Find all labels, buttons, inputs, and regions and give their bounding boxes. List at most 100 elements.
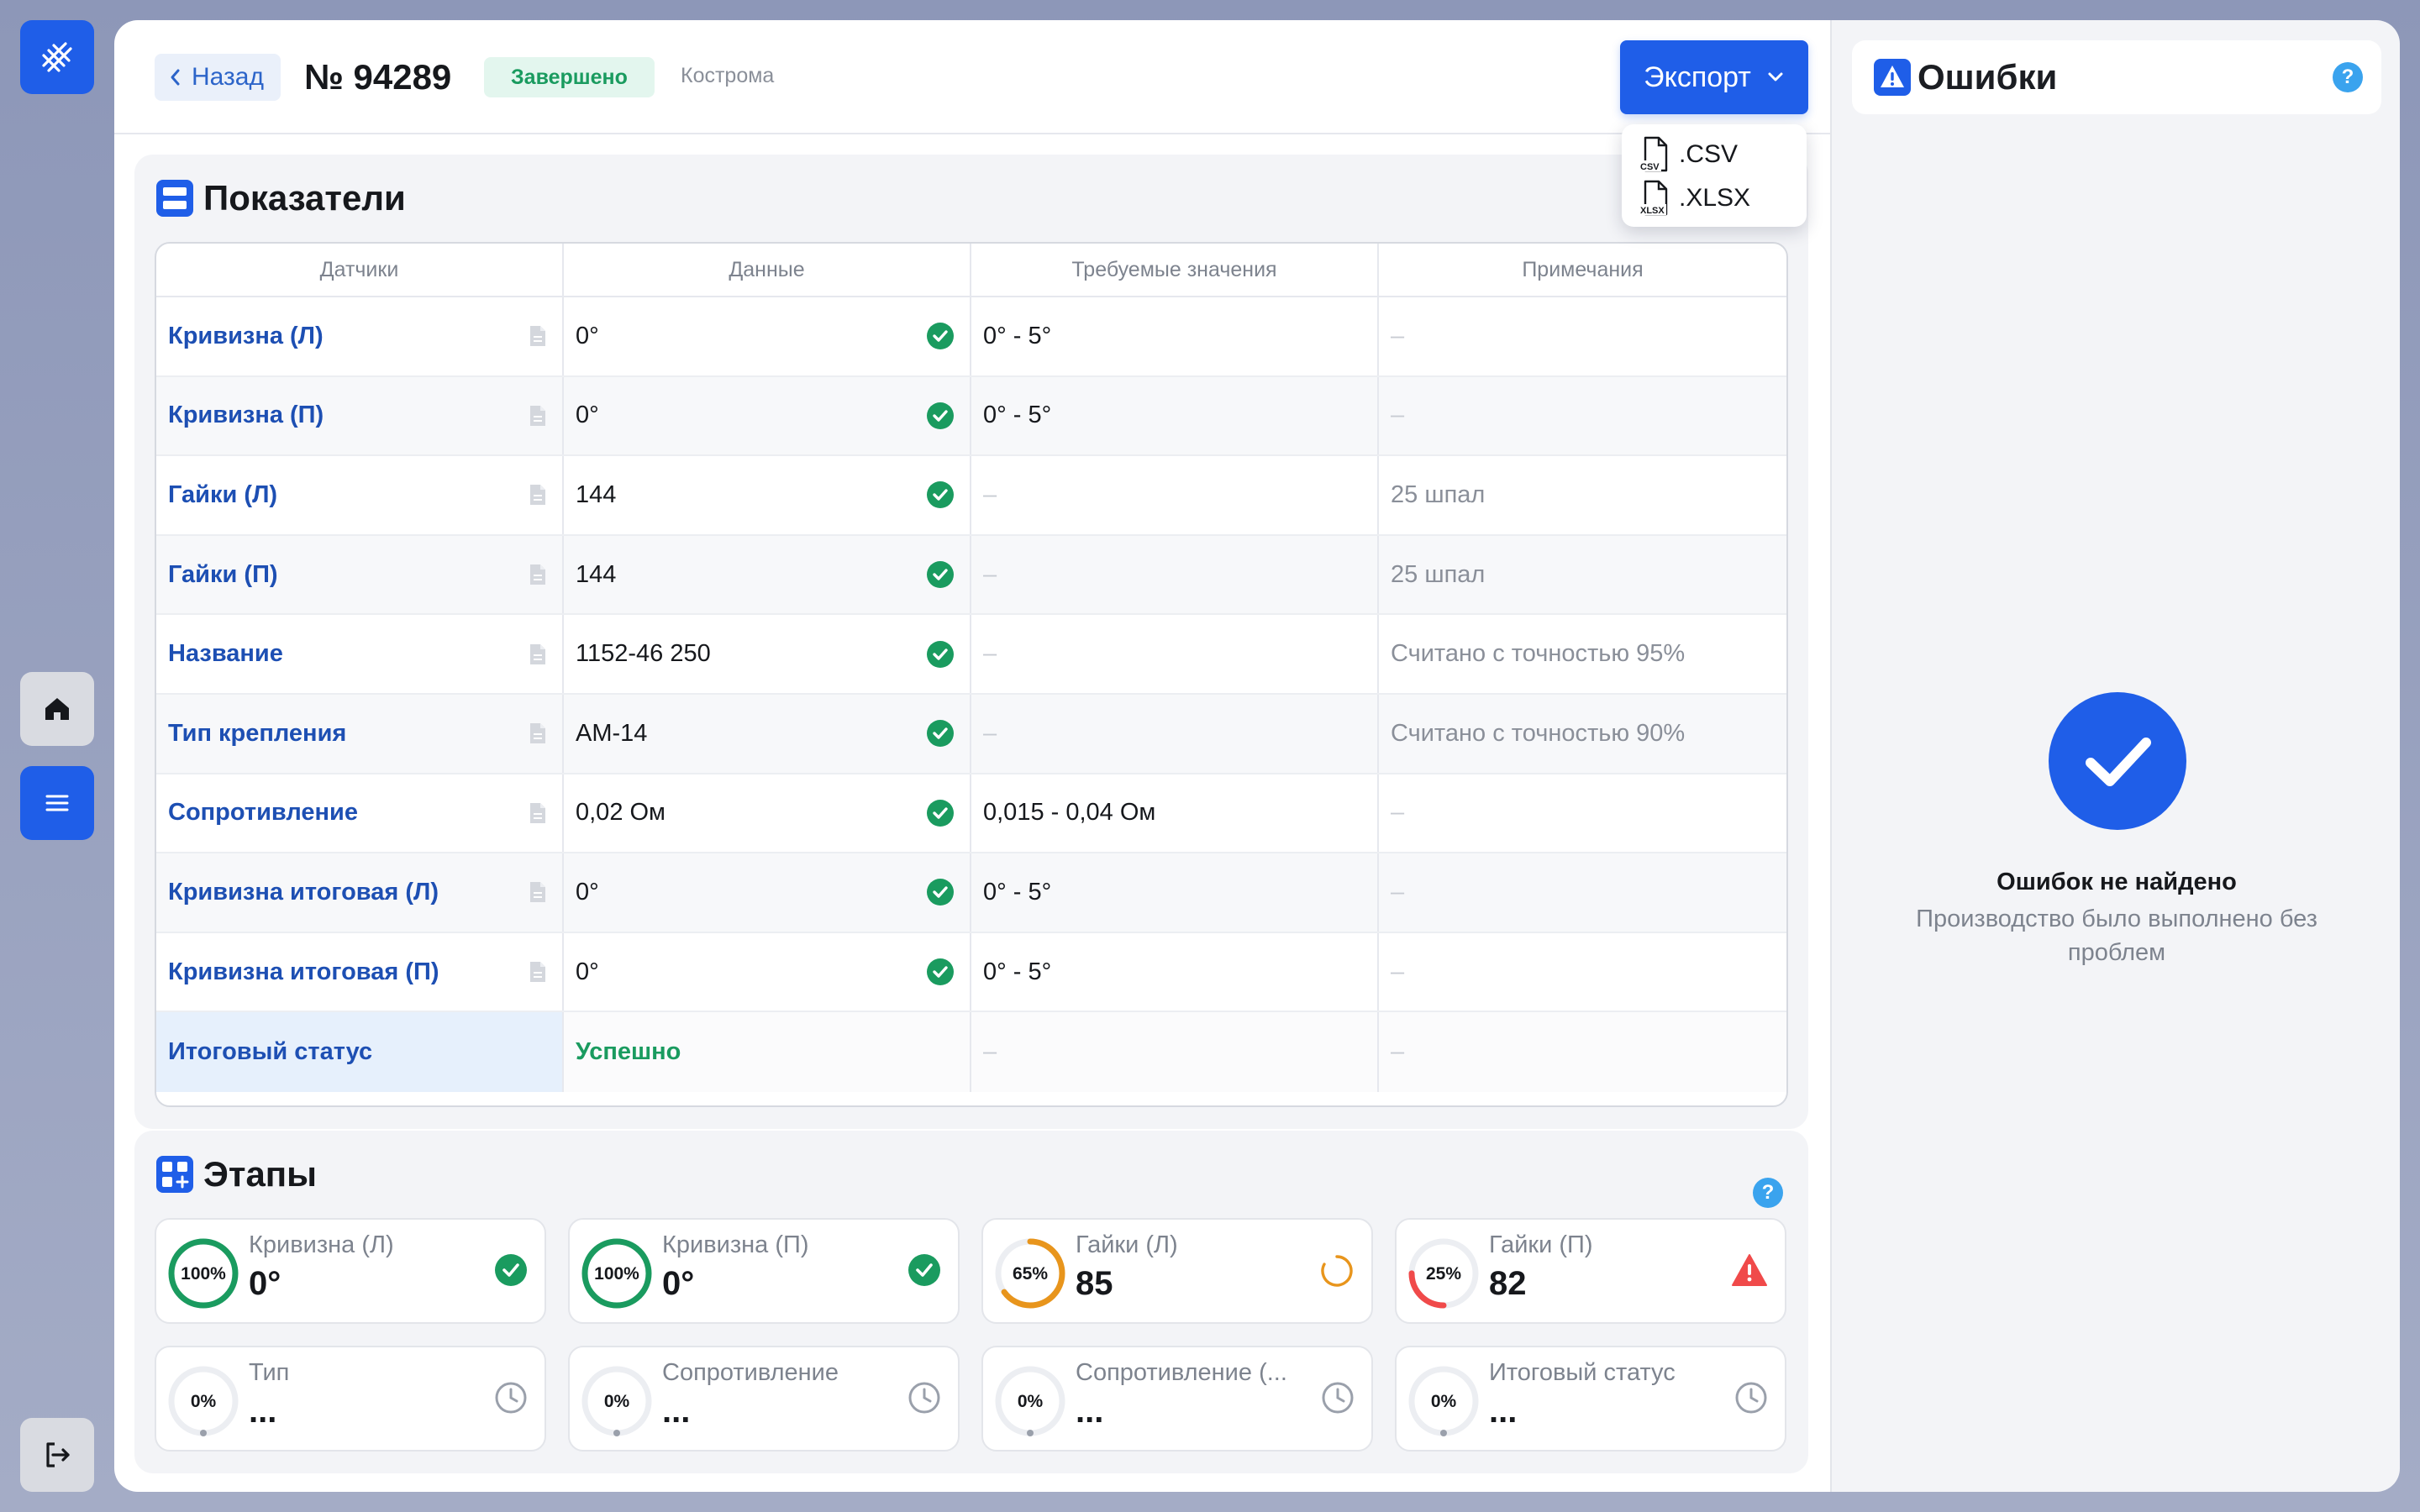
sensor-name[interactable]: Кривизна (Л) [168, 323, 324, 350]
note-cell: 25 шпал [1379, 456, 1786, 534]
cell-text: 0° - 5° [983, 878, 1052, 906]
cell-text: АМ-14 [576, 719, 648, 747]
sensor-name[interactable]: Кривизна (П) [168, 402, 324, 429]
sensor-name-cell[interactable]: Гайки (П) [156, 535, 564, 614]
cell-text: 144 [576, 560, 617, 588]
document-icon[interactable] [529, 722, 547, 745]
logout-button[interactable] [20, 1418, 94, 1492]
back-button[interactable]: Назад [155, 54, 281, 101]
required-cell: – [971, 615, 1379, 693]
svg-text:100%: 100% [181, 1264, 226, 1284]
export-csv-option[interactable]: CSV .CSV [1639, 133, 1790, 176]
loading-spinner-icon [1321, 1255, 1353, 1287]
sensor-name[interactable]: Сопротивление [168, 799, 358, 827]
success-check-icon [2049, 692, 2186, 830]
sensor-name[interactable]: Кривизна итоговая (П) [168, 958, 439, 986]
home-icon [45, 698, 69, 720]
table-row: Кривизна итоговая (П) 0° 0° - 5° – [156, 932, 1786, 1013]
stage-card[interactable]: 100% Кривизна (Л) 0° [155, 1218, 546, 1324]
sensor-name[interactable]: Тип крепления [168, 720, 346, 748]
errors-header: Ошибки ? [1852, 40, 2381, 114]
svg-text:25%: 25% [1426, 1264, 1461, 1284]
required-cell: 0° - 5° [971, 376, 1379, 455]
metrics-panel: Показатели Датчики Данные Требуемые знач… [134, 155, 1808, 1129]
cell-text: – [1391, 1038, 1405, 1066]
sensor-name-cell[interactable]: Кривизна (Л) [156, 297, 564, 375]
cell-text: 0,02 Ом [576, 799, 666, 827]
svg-text:XLSX: XLSX [1640, 206, 1665, 216]
cell-text: – [983, 480, 997, 508]
check-circle-icon [927, 481, 954, 509]
sensor-name-cell[interactable]: Тип крепления [156, 694, 564, 773]
progress-ring: 0% [168, 1366, 239, 1436]
home-button[interactable] [20, 672, 94, 746]
stage-card[interactable]: 25% Гайки (П) 82 [1395, 1218, 1786, 1324]
export-button[interactable]: Экспорт [1620, 40, 1808, 114]
cell-text: – [1391, 958, 1405, 985]
document-icon[interactable] [529, 960, 547, 984]
stage-card[interactable]: 65% Гайки (Л) 85 [981, 1218, 1373, 1324]
cell-text: 0,015 - 0,04 Ом [983, 799, 1156, 827]
cell-text: 25 шпал [1391, 560, 1486, 588]
stages-title: Этапы [203, 1154, 318, 1194]
document-icon[interactable] [529, 643, 547, 666]
sensor-name-cell[interactable]: Кривизна итоговая (П) [156, 932, 564, 1011]
note-cell: – [1379, 377, 1786, 455]
table-row: Сопротивление 0,02 Ом 0,015 - 0,04 Ом – [156, 774, 1786, 854]
document-icon[interactable] [529, 563, 547, 586]
document-icon[interactable] [529, 483, 547, 507]
progress-ring: 0% [581, 1366, 652, 1436]
errors-help-icon[interactable]: ? [2333, 62, 2363, 92]
cell-text: – [983, 1038, 997, 1066]
document-icon[interactable] [529, 801, 547, 825]
menu-button[interactable] [20, 766, 94, 840]
svg-text:0%: 0% [1018, 1392, 1044, 1411]
export-label: Экспорт [1644, 60, 1751, 93]
page-title: № 94289 [304, 57, 452, 97]
cell-text: Считано с точностью 95% [1391, 640, 1686, 668]
stage-card[interactable]: 0% Итоговый статус... [1395, 1346, 1786, 1452]
warning-icon [1874, 59, 1911, 96]
progress-ring: 100% [581, 1238, 652, 1309]
stage-card[interactable]: 100% Кривизна (П) 0° [568, 1218, 960, 1324]
check-circle-icon [908, 1254, 940, 1286]
clock-icon [1322, 1382, 1354, 1414]
sensor-name: Итоговый статус [168, 1038, 373, 1066]
export-dropdown: CSV .CSV XLSX .XLSX [1622, 124, 1807, 227]
table-row: Название 1152-46 250 – Считано с точностью … [156, 615, 1786, 695]
sensor-name-cell[interactable]: Название [156, 615, 564, 693]
document-icon[interactable] [529, 880, 547, 904]
help-icon[interactable]: ? [1753, 1178, 1783, 1208]
stage-card[interactable]: 0% Сопротивление... [568, 1346, 960, 1452]
cell-text: – [1391, 799, 1405, 827]
sensor-name-cell[interactable]: Кривизна итоговая (Л) [156, 853, 564, 932]
app-logo-button[interactable] [20, 20, 94, 94]
stage-value: 0° [249, 1265, 281, 1302]
final-status-row: Итоговый статус Успешно – – [156, 1012, 1786, 1092]
stage-card[interactable]: 0% Сопротивление (...... [981, 1346, 1373, 1452]
metrics-table: Датчики Данные Требуемые значения Примеч… [155, 242, 1788, 1107]
no-errors-title: Ошибок не найдено [1996, 869, 2237, 895]
document-icon[interactable] [529, 404, 547, 428]
column-header: Требуемые значения [971, 244, 1379, 296]
check-circle-icon [927, 402, 954, 429]
required-cell: 0° - 5° [971, 932, 1379, 1011]
cell-text: Считано с точностью 90% [1391, 719, 1686, 747]
export-xlsx-option[interactable]: XLSX .XLSX [1639, 176, 1790, 220]
sensor-name[interactable]: Кривизна итоговая (Л) [168, 879, 439, 906]
sensor-name[interactable]: Гайки (П) [168, 561, 278, 589]
check-circle-icon [495, 1254, 527, 1286]
sensor-name[interactable]: Название [168, 640, 283, 668]
sensor-name-cell[interactable]: Кривизна (П) [156, 376, 564, 455]
stage-card[interactable]: 0% Тип... [155, 1346, 546, 1452]
stage-value: 85 [1076, 1265, 1113, 1302]
metrics-title: Показатели [203, 178, 406, 218]
sensor-name-cell[interactable]: Сопротивление [156, 774, 564, 853]
stage-label: Итоговый статус [1489, 1359, 1676, 1386]
stages-grid-icon [156, 1156, 193, 1193]
success-text: Успешно [576, 1038, 681, 1066]
hamburger-icon [45, 795, 69, 811]
sensor-name[interactable]: Гайки (Л) [168, 481, 277, 509]
sensor-name-cell[interactable]: Гайки (Л) [156, 456, 564, 534]
document-icon[interactable] [529, 324, 547, 348]
